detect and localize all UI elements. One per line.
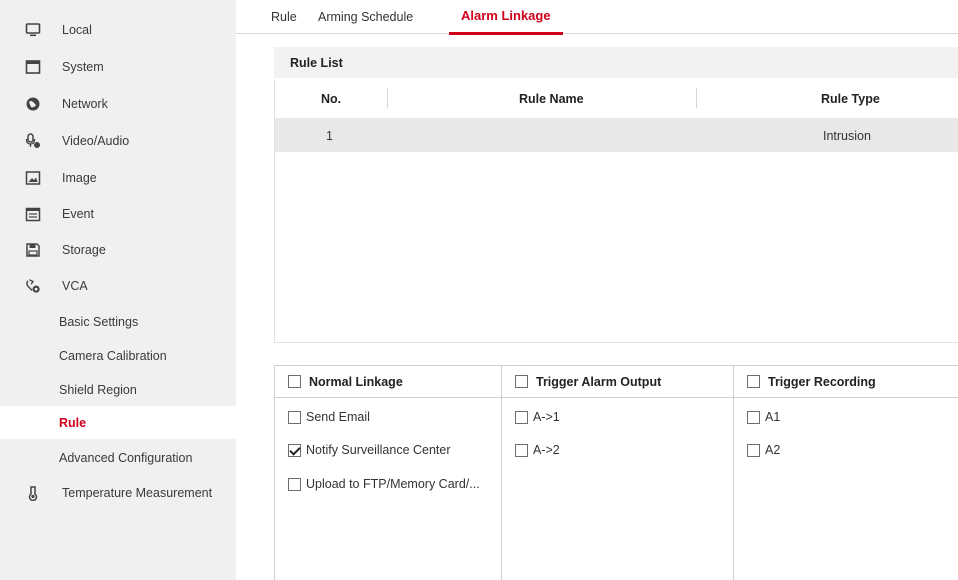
sidebar-item-label: Video/Audio: [62, 134, 130, 148]
recording-option[interactable]: A2: [734, 442, 958, 462]
notify-surveillance-center-checkbox[interactable]: [288, 444, 301, 457]
send-email-label: Send Email: [306, 410, 370, 424]
vca-icon: [25, 278, 41, 294]
sidebar-item-label: System: [62, 60, 104, 74]
image-icon: [25, 170, 41, 186]
alarm-output-checkbox[interactable]: [515, 411, 528, 424]
sidebar-subitem-label: Advanced Configuration: [59, 450, 193, 465]
window-icon: [25, 59, 41, 75]
trigger-alarm-output-checkbox[interactable]: [515, 375, 528, 388]
sidebar-item-video-audio[interactable]: Video/Audio: [0, 123, 236, 159]
recording-label: A1: [765, 410, 781, 424]
sidebar-item-label: VCA: [62, 279, 88, 293]
column-divider: [696, 88, 697, 108]
cell-rule-type: Intrusion: [823, 129, 871, 143]
sidebar-subitem-label: Camera Calibration: [59, 348, 167, 363]
trigger-alarm-output-header: Trigger Alarm Output: [502, 366, 733, 398]
sidebar-item-storage[interactable]: Storage: [0, 232, 236, 268]
sidebar-subitem-label: Rule: [59, 415, 87, 430]
alarm-output-option[interactable]: A->2: [502, 442, 733, 462]
alarm-output-label: A->1: [533, 410, 560, 424]
recording-checkbox[interactable]: [747, 411, 760, 424]
sidebar-item-system[interactable]: System: [0, 49, 236, 85]
sidebar-item-event[interactable]: Event: [0, 196, 236, 232]
monitor-icon: [25, 22, 41, 38]
sidebar-subitem-label: Shield Region: [59, 382, 137, 397]
sidebar-subitem-rule[interactable]: Rule: [0, 406, 236, 439]
storage-icon: [25, 242, 41, 258]
sidebar-item-label: Temperature Measurement: [62, 486, 213, 500]
upload-ftp-option[interactable]: Upload to FTP/Memory Card/...: [275, 476, 501, 496]
alarm-output-option[interactable]: A->1: [502, 409, 733, 429]
recording-label: A2: [765, 443, 781, 457]
send-email-option[interactable]: Send Email: [275, 409, 501, 429]
column-header-no: No.: [321, 92, 342, 106]
trigger-alarm-output-title: Trigger Alarm Output: [536, 375, 662, 389]
notify-surveillance-center-option[interactable]: Notify Surveillance Center: [275, 442, 501, 462]
alarm-output-label: A->2: [533, 443, 560, 457]
sidebar-item-temperature-measurement[interactable]: Temperature Measurement: [0, 475, 236, 511]
sidebar-item-image[interactable]: Image: [0, 160, 236, 196]
audio-video-icon: [25, 133, 41, 149]
sidebar-subitem-shield-region[interactable]: Shield Region: [0, 373, 236, 406]
cell-no: 1: [326, 129, 333, 143]
main-content: Rule Arming Schedule Alarm Linkage Rule …: [236, 0, 958, 580]
trigger-recording-checkbox[interactable]: [747, 375, 760, 388]
tab-rule[interactable]: Rule: [271, 0, 297, 33]
thermometer-icon: [25, 485, 41, 501]
normal-linkage-title: Normal Linkage: [309, 375, 403, 389]
tab-arming-schedule[interactable]: Arming Schedule: [318, 0, 413, 33]
sidebar-subitem-camera-calibration[interactable]: Camera Calibration: [0, 339, 236, 372]
sidebar-subitem-label: Basic Settings: [59, 314, 139, 329]
upload-ftp-label: Upload to FTP/Memory Card/...: [306, 477, 480, 491]
sidebar-subitem-basic-settings[interactable]: Basic Settings: [0, 305, 236, 338]
normal-linkage-checkbox[interactable]: [288, 375, 301, 388]
sidebar-item-label: Image: [62, 171, 97, 185]
send-email-checkbox[interactable]: [288, 411, 301, 424]
sidebar: Local System Network Video/Audio Image E…: [0, 0, 236, 580]
normal-linkage-header: Normal Linkage: [275, 366, 501, 398]
linkage-table: Normal Linkage Send Email Notify Surveil…: [274, 365, 958, 580]
upload-ftp-checkbox[interactable]: [288, 478, 301, 491]
calendar-icon: [25, 206, 41, 222]
column-header-rule-name: Rule Name: [519, 92, 584, 106]
rule-list-table: No. Rule Name Rule Type 1 Intrusion: [274, 80, 958, 343]
column-divider: [387, 88, 388, 108]
sidebar-item-network[interactable]: Network: [0, 86, 236, 122]
normal-linkage-column: Normal Linkage Send Email Notify Surveil…: [275, 366, 502, 580]
column-header-rule-type: Rule Type: [821, 92, 880, 106]
sidebar-item-vca[interactable]: VCA: [0, 268, 236, 304]
tab-alarm-linkage[interactable]: Alarm Linkage: [449, 0, 563, 35]
sidebar-item-label: Network: [62, 97, 108, 111]
globe-icon: [25, 96, 41, 112]
recording-option[interactable]: A1: [734, 409, 958, 429]
rule-list-title: Rule List: [274, 47, 958, 78]
tab-bar: Rule Arming Schedule Alarm Linkage: [236, 0, 958, 35]
sidebar-item-local[interactable]: Local: [0, 12, 236, 48]
rule-table-header: No. Rule Name Rule Type: [275, 80, 958, 118]
notify-surveillance-center-label: Notify Surveillance Center: [306, 443, 451, 457]
trigger-alarm-output-column: Trigger Alarm Output A->1 A->2: [502, 366, 734, 580]
table-row[interactable]: 1 Intrusion: [275, 118, 958, 152]
trigger-recording-header: Trigger Recording: [734, 366, 958, 398]
sidebar-item-label: Event: [62, 207, 94, 221]
trigger-recording-title: Trigger Recording: [768, 375, 876, 389]
sidebar-subitem-advanced-configuration[interactable]: Advanced Configuration: [0, 441, 236, 474]
trigger-recording-column: Trigger Recording A1 A2: [734, 366, 958, 580]
recording-checkbox[interactable]: [747, 444, 760, 457]
sidebar-item-label: Storage: [62, 243, 106, 257]
alarm-output-checkbox[interactable]: [515, 444, 528, 457]
sidebar-item-label: Local: [62, 23, 92, 37]
